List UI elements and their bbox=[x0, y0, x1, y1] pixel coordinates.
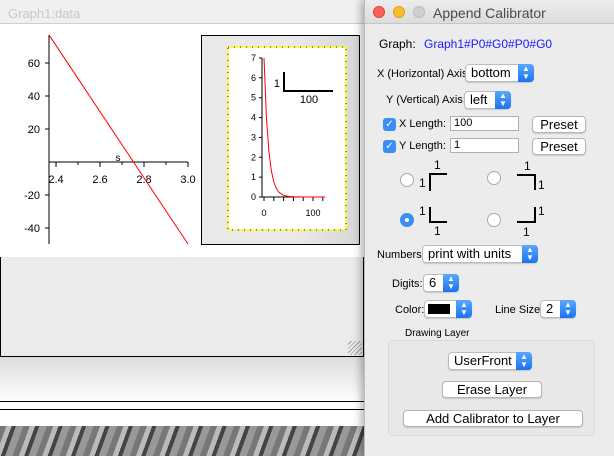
inset-x-tick-label: 100 bbox=[305, 208, 320, 218]
dialog-titlebar: Append Calibrator bbox=[365, 0, 614, 24]
y-axis-label: Y (Vertical) Axis: bbox=[386, 94, 466, 106]
y-length-checkbox[interactable]: ✓ bbox=[383, 140, 396, 153]
x-preset-button[interactable]: Preset bbox=[532, 116, 586, 133]
line-size-label: Line Size: bbox=[495, 304, 544, 316]
calibrator-top-right-icon: 1 1 bbox=[517, 159, 548, 196]
x-length-label: X Length: bbox=[399, 118, 447, 130]
layer-select[interactable]: UserFront ▲ ▼ bbox=[448, 352, 532, 370]
zoom-icon[interactable] bbox=[413, 6, 425, 18]
orientation-bottom-right-radio[interactable] bbox=[487, 213, 501, 227]
y-axis-value: left bbox=[470, 92, 488, 107]
orientation-bottom-left-radio[interactable] bbox=[400, 213, 414, 227]
chevron-updown-icon: ▲ ▼ bbox=[518, 64, 534, 82]
divider bbox=[0, 401, 364, 402]
add-calibrator-button[interactable]: Add Calibrator to Layer bbox=[403, 410, 583, 427]
line-size-value: 2 bbox=[546, 301, 554, 316]
chevron-updown-icon: ▲ ▼ bbox=[522, 245, 538, 263]
resize-grip[interactable] bbox=[348, 341, 362, 355]
drawing-layer-label: Drawing Layer bbox=[405, 328, 470, 339]
digits-value: 6 bbox=[429, 275, 437, 290]
inset-y-tick-label: 3 bbox=[251, 132, 256, 142]
y-axis-select[interactable]: left ▲ ▼ bbox=[464, 91, 511, 109]
dialog-title: Append Calibrator bbox=[433, 5, 546, 21]
chevron-updown-icon: ▲ ▼ bbox=[560, 300, 576, 318]
line-size-select[interactable]: 2 ▲ ▼ bbox=[540, 300, 576, 318]
minimize-icon[interactable] bbox=[393, 6, 405, 18]
x-axis-value: bottom bbox=[471, 65, 511, 80]
y-preset-button[interactable]: Preset bbox=[532, 138, 586, 155]
divider bbox=[0, 409, 364, 410]
orientation-top-right-radio[interactable] bbox=[487, 171, 501, 185]
x-axis-label: X (Horizontal) Axis: bbox=[377, 68, 471, 80]
inset-graph: 765432100 1001100 bbox=[227, 46, 347, 231]
color-swatch bbox=[428, 304, 450, 314]
x-length-input[interactable]: 100 bbox=[450, 116, 519, 131]
inset-plot-frame bbox=[227, 46, 347, 231]
chevron-updown-icon: ▲ ▼ bbox=[443, 274, 459, 292]
inset-y-tick-label: 4 bbox=[251, 113, 256, 123]
graph-window: Graph1:data 2.4 2.6 2.8 3.0 60 40 20 -20 -40 s 76… bbox=[0, 0, 364, 456]
color-label: Color: bbox=[395, 304, 425, 316]
graph-name: Graph1#P0#G0#P0#G0 bbox=[424, 37, 553, 51]
inset-x-tick-label: 0 bbox=[261, 208, 266, 218]
erase-layer-button[interactable]: Erase Layer bbox=[442, 381, 542, 398]
chevron-updown-icon: ▲ ▼ bbox=[495, 91, 511, 109]
inset-y-tick-label: 5 bbox=[251, 93, 256, 103]
inset-y-tick-label: 1 bbox=[251, 172, 256, 182]
y-length-label: Y Length: bbox=[399, 140, 446, 152]
graph-lower-panel bbox=[0, 257, 364, 357]
orientation-top-left-radio[interactable] bbox=[400, 173, 414, 187]
calibrator-top-left-icon: 1 1 bbox=[419, 158, 450, 195]
close-icon[interactable] bbox=[373, 6, 385, 18]
x-axis-select[interactable]: bottom ▲ ▼ bbox=[465, 64, 534, 82]
inset-y-tick-label: 0 bbox=[251, 192, 256, 202]
graph-label: Graph: bbox=[379, 37, 416, 51]
calibrator-bottom-right-icon: 1 1 bbox=[517, 204, 548, 239]
chevron-updown-icon: ▲ ▼ bbox=[516, 352, 532, 370]
desktop-background bbox=[0, 426, 364, 456]
inset-y-tick-label: 2 bbox=[251, 152, 256, 162]
x-length-checkbox[interactable]: ✓ bbox=[383, 118, 396, 131]
calibrator-y-label: 1 bbox=[274, 78, 280, 90]
calibrator-bottom-left-icon: 1 1 bbox=[419, 204, 450, 238]
inset-y-tick-label: 7 bbox=[251, 53, 256, 63]
chevron-updown-icon: ▲ ▼ bbox=[456, 300, 472, 318]
inset-y-tick-label: 6 bbox=[251, 73, 256, 83]
color-select[interactable]: ▲ ▼ bbox=[424, 300, 472, 318]
layer-value: UserFront bbox=[454, 353, 512, 368]
digits-select[interactable]: 6 ▲ ▼ bbox=[423, 274, 459, 292]
numbers-value: print with units bbox=[428, 246, 512, 261]
numbers-label: Numbers: bbox=[377, 249, 425, 261]
calibrator-x-label: 100 bbox=[300, 94, 318, 106]
append-calibrator-dialog: Append Calibrator Graph: Graph1#P0#G0#P0… bbox=[364, 0, 614, 456]
numbers-select[interactable]: print with units ▲ ▼ bbox=[422, 245, 538, 263]
digits-label: Digits: bbox=[392, 278, 423, 290]
y-length-input[interactable]: 1 bbox=[450, 138, 519, 153]
window-shadow bbox=[0, 357, 364, 402]
